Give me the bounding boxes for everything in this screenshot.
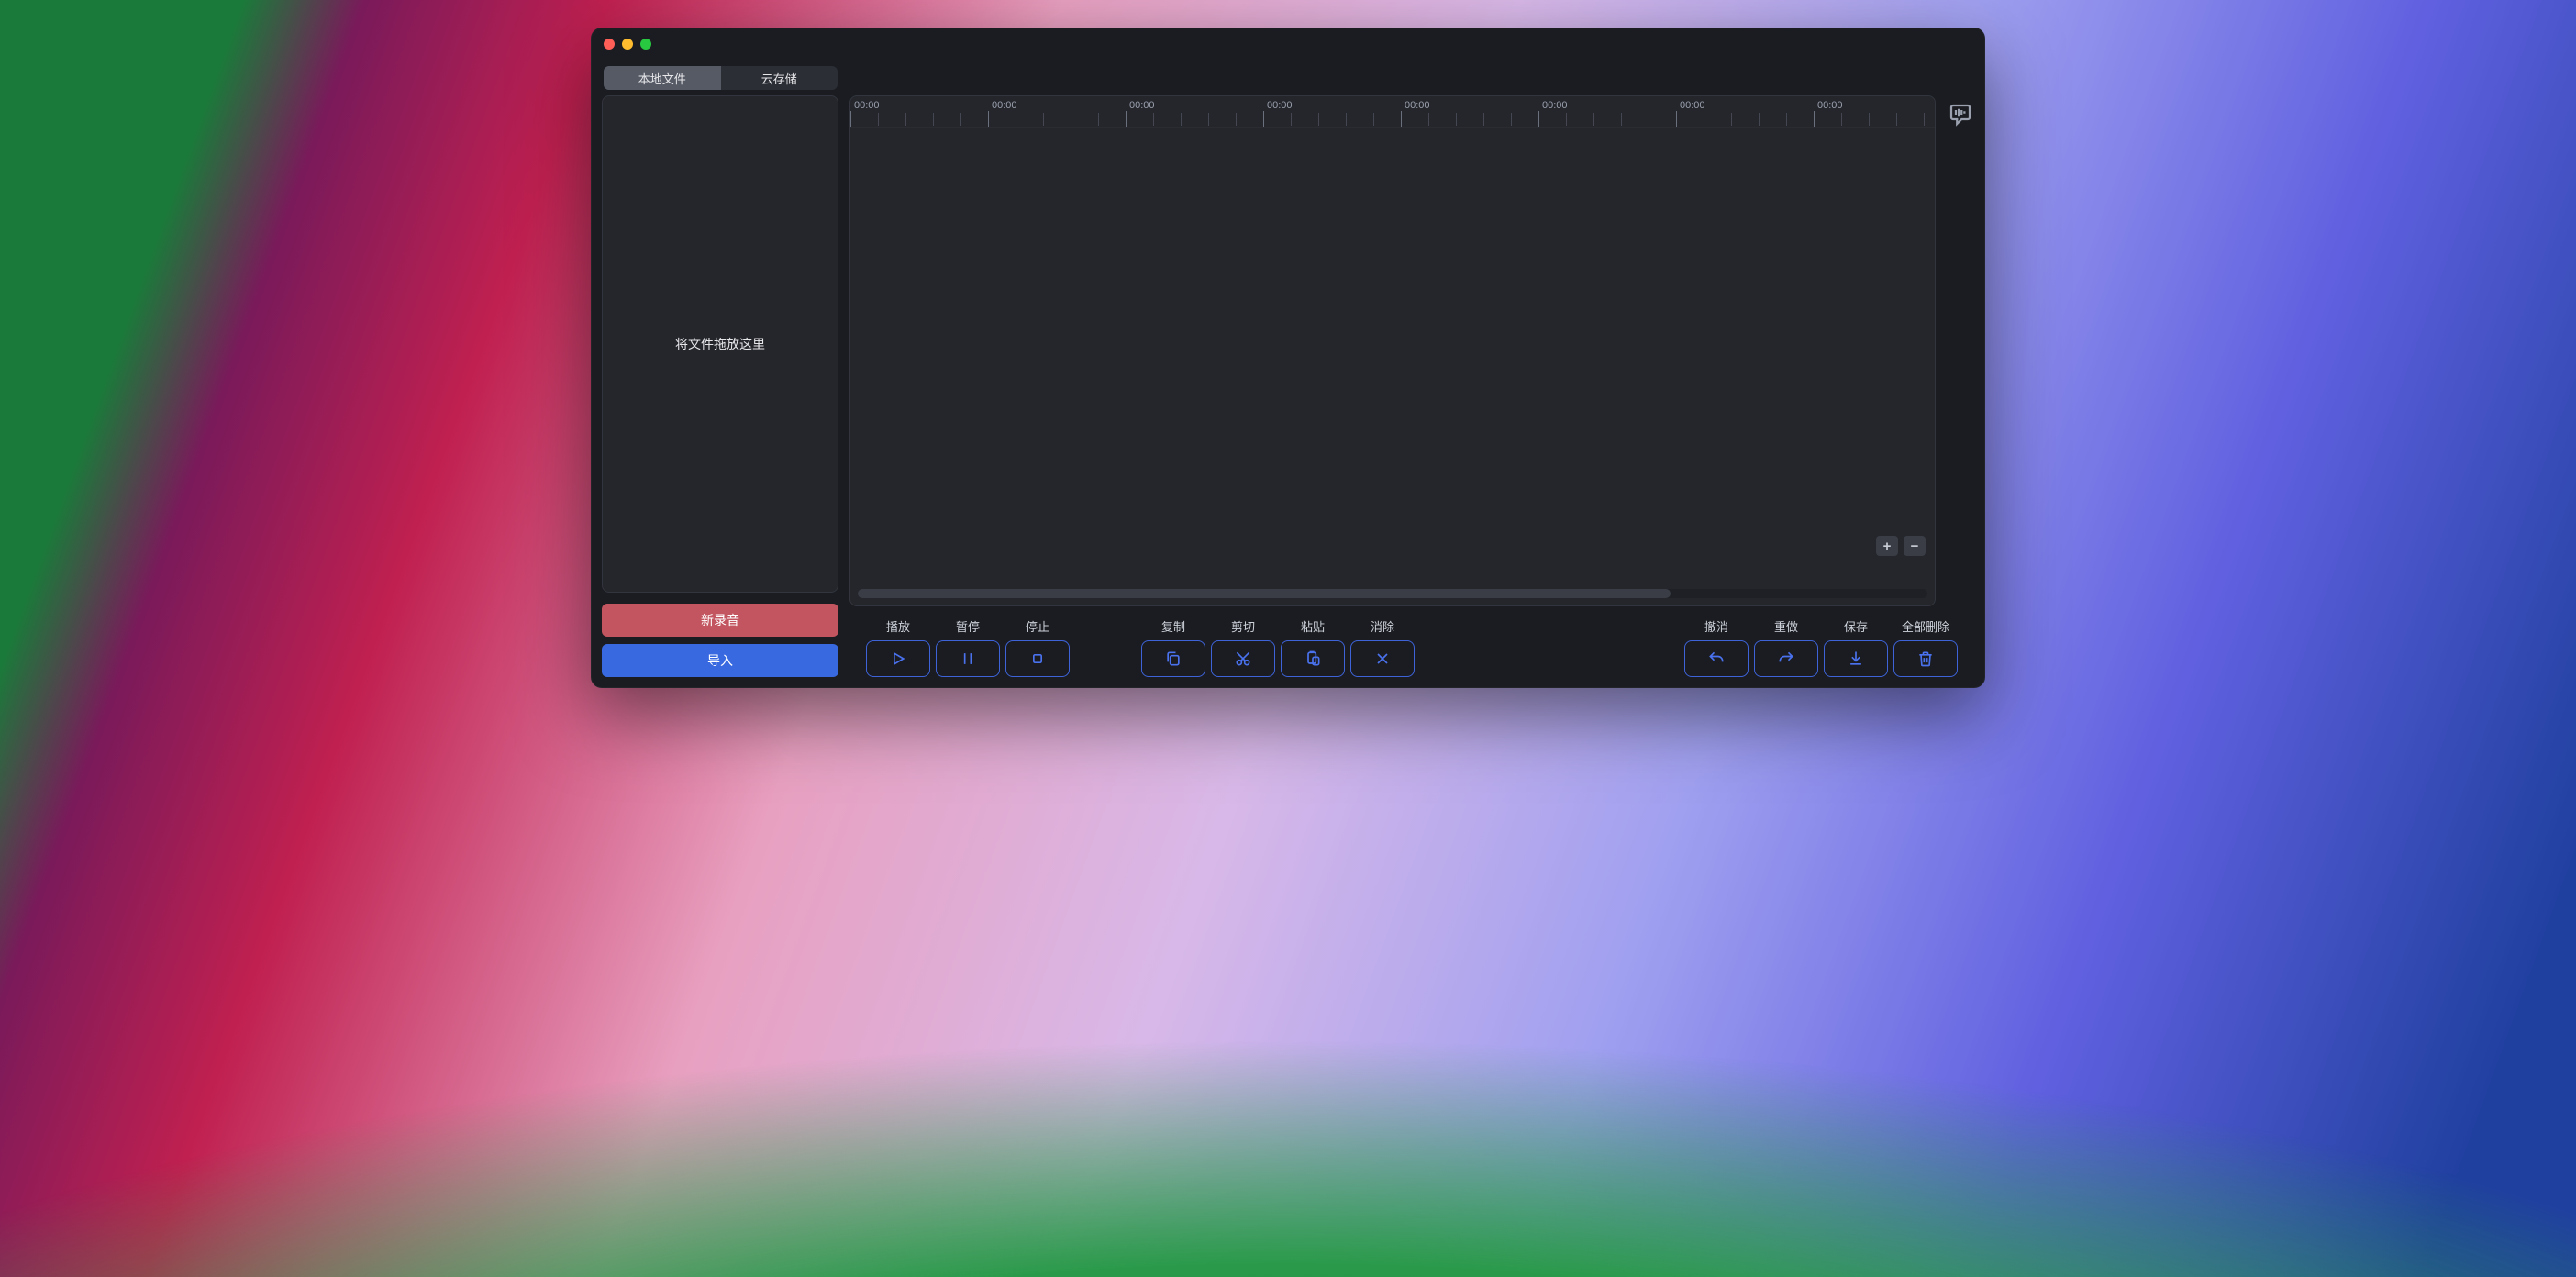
pause-button[interactable] (936, 640, 1000, 677)
sidebar-actions: 新录音 导入 (602, 604, 838, 677)
window-controls (604, 39, 651, 50)
voice-chat-icon[interactable] (1947, 101, 1974, 128)
minimize-window-button[interactable] (622, 39, 633, 50)
ruler-tick: 00:00 (1538, 100, 1676, 111)
right-gutter (1947, 95, 1974, 606)
zoom-in-button[interactable]: + (1876, 536, 1898, 556)
zoom-controls: + − (1876, 536, 1926, 556)
paste-label: 粘贴 (1301, 617, 1325, 635)
paste-button[interactable] (1281, 640, 1345, 677)
tab-local-files[interactable]: 本地文件 (604, 66, 721, 90)
ruler-tick: 00:00 (1263, 100, 1401, 111)
save-label: 保存 (1844, 617, 1868, 635)
delete-all-tool: 全部删除 (1893, 617, 1958, 677)
close-window-button[interactable] (604, 39, 615, 50)
stop-label: 停止 (1026, 617, 1049, 635)
pause-label: 暂停 (956, 617, 980, 635)
cut-label: 剪切 (1231, 617, 1255, 635)
save-tool: 保存 (1824, 617, 1888, 677)
new-recording-button[interactable]: 新录音 (602, 604, 838, 637)
redo-tool: 重做 (1754, 617, 1818, 677)
timeline-ruler[interactable]: 00:00 00:00 00:00 00:00 00:00 00:00 00:0… (850, 96, 1935, 128)
ruler-tick: 00:00 (1814, 100, 1935, 111)
import-button[interactable]: 导入 (602, 644, 838, 677)
copy-tool: 复制 (1141, 617, 1205, 677)
toolbar: 播放 暂停 停止 (849, 617, 1974, 677)
source-tabs: 本地文件 云存储 (591, 61, 1985, 95)
cut-button[interactable] (1211, 640, 1275, 677)
app-window: 本地文件 云存储 将文件拖放这里 新录音 导入 00:00 00:00 00:0… (591, 28, 1985, 688)
dropzone-label: 将文件拖放这里 (675, 335, 765, 353)
waveform-area[interactable]: + − (850, 128, 1935, 583)
clear-label: 消除 (1371, 617, 1394, 635)
playback-group: 播放 暂停 停止 (866, 617, 1070, 677)
stop-tool: 停止 (1005, 617, 1070, 677)
pause-tool: 暂停 (936, 617, 1000, 677)
ruler-tick: 00:00 (1126, 100, 1263, 111)
play-label: 播放 (886, 617, 910, 635)
ruler-tick: 00:00 (850, 100, 988, 111)
scrollbar-thumb[interactable] (858, 589, 1671, 598)
delete-all-label: 全部删除 (1902, 617, 1949, 635)
segmented-control: 本地文件 云存储 (604, 66, 838, 90)
copy-button[interactable] (1141, 640, 1205, 677)
sidebar: 将文件拖放这里 新录音 导入 (602, 95, 838, 677)
ruler-tick: 00:00 (988, 100, 1126, 111)
main: 00:00 00:00 00:00 00:00 00:00 00:00 00:0… (849, 95, 1974, 677)
editor-row: 00:00 00:00 00:00 00:00 00:00 00:00 00:0… (849, 95, 1974, 606)
undo-label: 撤消 (1704, 617, 1728, 635)
titlebar (591, 28, 1985, 61)
redo-button[interactable] (1754, 640, 1818, 677)
paste-tool: 粘贴 (1281, 617, 1345, 677)
stop-button[interactable] (1005, 640, 1070, 677)
maximize-window-button[interactable] (640, 39, 651, 50)
tab-cloud-storage[interactable]: 云存储 (721, 66, 838, 90)
clear-button[interactable] (1350, 640, 1415, 677)
delete-all-button[interactable] (1893, 640, 1958, 677)
play-tool: 播放 (866, 617, 930, 677)
zoom-out-button[interactable]: − (1904, 536, 1926, 556)
undo-tool: 撤消 (1684, 617, 1749, 677)
play-button[interactable] (866, 640, 930, 677)
ruler-tick: 00:00 (1676, 100, 1814, 111)
edit-group: 复制 剪切 粘贴 (1141, 617, 1415, 677)
horizontal-scrollbar[interactable] (858, 589, 1927, 598)
copy-label: 复制 (1161, 617, 1185, 635)
timeline-panel: 00:00 00:00 00:00 00:00 00:00 00:00 00:0… (849, 95, 1936, 606)
ruler-tick: 00:00 (1401, 100, 1538, 111)
undo-button[interactable] (1684, 640, 1749, 677)
file-dropzone[interactable]: 将文件拖放这里 (602, 95, 838, 593)
cut-tool: 剪切 (1211, 617, 1275, 677)
clear-tool: 消除 (1350, 617, 1415, 677)
history-group: 撤消 重做 保存 (1684, 617, 1958, 677)
save-button[interactable] (1824, 640, 1888, 677)
body: 将文件拖放这里 新录音 导入 00:00 00:00 00:00 00:00 0… (591, 95, 1985, 688)
redo-label: 重做 (1774, 617, 1798, 635)
